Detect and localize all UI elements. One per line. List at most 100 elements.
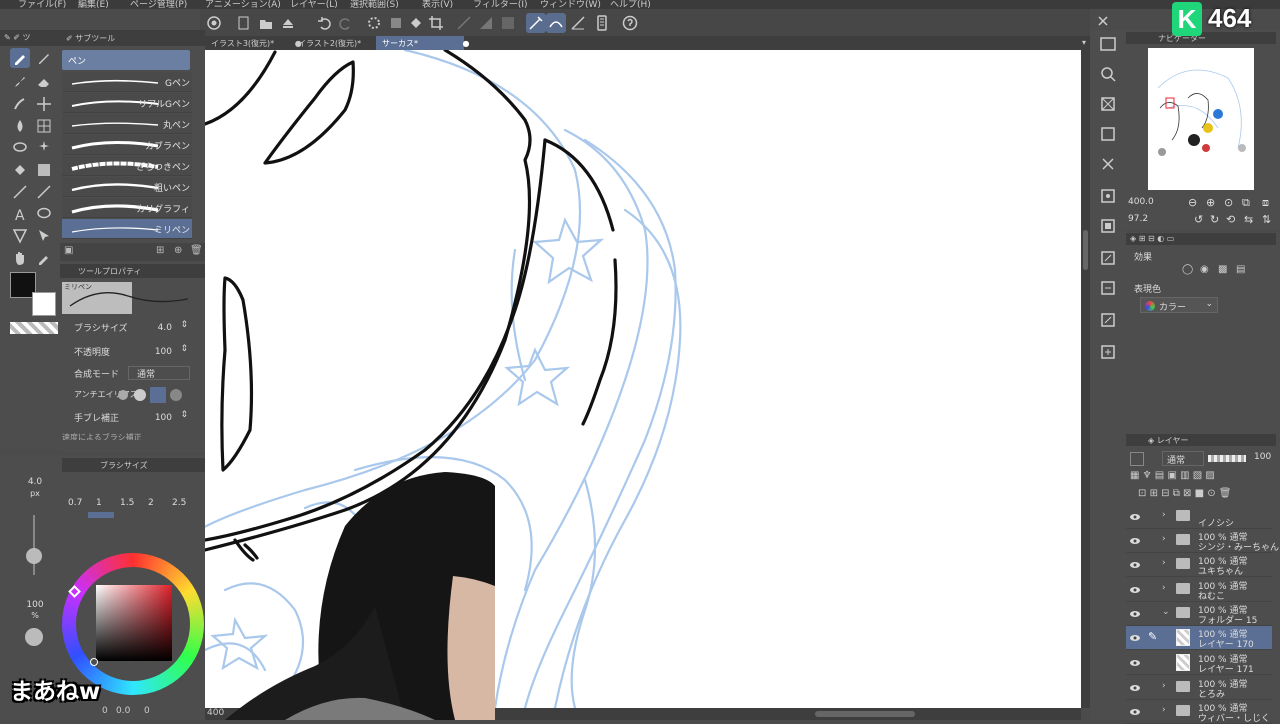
opacity-slider-knob[interactable] bbox=[25, 628, 43, 646]
preset-4[interactable]: 2.5 bbox=[172, 498, 186, 508]
snap-ruler-icon[interactable] bbox=[526, 13, 546, 33]
eye-icon[interactable] bbox=[1129, 632, 1141, 644]
subtool-copy-icon[interactable]: ⊞ bbox=[156, 245, 164, 256]
layer-lock-icon[interactable]: ▣ bbox=[1167, 470, 1180, 481]
reset-rotation-icon[interactable]: ⟲ bbox=[1226, 213, 1235, 226]
layer-row[interactable]: › 100 % 通常 ねむこ bbox=[1126, 578, 1272, 602]
history-panel-icon[interactable] bbox=[1096, 152, 1120, 176]
tool-frame[interactable] bbox=[10, 226, 30, 246]
tool-eyedropper[interactable] bbox=[34, 248, 54, 268]
subtool-settings-icon[interactable]: ▣ bbox=[64, 245, 73, 256]
timeline-panel-icon[interactable] bbox=[1096, 276, 1120, 300]
subtool-item-coarse-pen[interactable]: 粗いペン bbox=[62, 177, 192, 197]
deselect-icon[interactable] bbox=[454, 13, 474, 33]
spin-icon[interactable]: ⇕ bbox=[180, 344, 188, 354]
close-panel-icon[interactable] bbox=[1093, 11, 1113, 31]
layer-opacity-value[interactable]: 100 bbox=[1254, 452, 1271, 462]
canvas-v-scroll-thumb[interactable] bbox=[1083, 230, 1088, 270]
subtool-item-calligraphy[interactable]: カリグラフィ bbox=[62, 198, 192, 218]
copy-layer-icon[interactable]: ⧉ bbox=[1173, 488, 1183, 499]
tool-text[interactable]: A bbox=[10, 204, 30, 224]
tool-gradient[interactable] bbox=[34, 160, 54, 180]
chevron-right-icon[interactable]: ⌄ bbox=[1162, 607, 1170, 617]
fill-icon[interactable] bbox=[406, 13, 426, 33]
layer-row[interactable]: › 100 % 通常 とろみ bbox=[1126, 676, 1272, 700]
tab-menu-icon[interactable]: ▾ bbox=[1082, 38, 1086, 47]
subtool-item-real-g-pen[interactable]: リアルGペン bbox=[62, 93, 192, 113]
layer-row[interactable]: › 100 % 通常 シンジ・みーちゃん bbox=[1126, 529, 1279, 553]
search-layer-panel-icon[interactable] bbox=[1096, 308, 1120, 332]
rotate-right-icon[interactable]: ↻ bbox=[1210, 213, 1219, 226]
spin-icon[interactable]: ⇕ bbox=[180, 320, 188, 330]
eye-icon[interactable] bbox=[1129, 682, 1141, 694]
eye-icon[interactable] bbox=[1129, 535, 1141, 547]
subtool-group-pen[interactable]: ペン bbox=[62, 50, 190, 70]
help-icon[interactable] bbox=[620, 13, 640, 33]
chevron-right-icon[interactable]: › bbox=[1162, 558, 1166, 568]
layer-color-icon[interactable] bbox=[1130, 452, 1144, 466]
tool-figure[interactable] bbox=[10, 182, 30, 202]
spin-icon[interactable]: ⇕ bbox=[180, 410, 188, 420]
open-folder-icon[interactable] bbox=[256, 13, 276, 33]
layer-draft-icon[interactable]: ▤ bbox=[1155, 470, 1168, 481]
tool-lasso[interactable] bbox=[10, 138, 30, 158]
prop-opacity[interactable]: 不透明度 100 ⇕ bbox=[68, 342, 194, 362]
tool-decoration[interactable] bbox=[10, 94, 30, 114]
tool-balloon[interactable] bbox=[34, 204, 54, 224]
menu-page[interactable]: ページ管理(P) bbox=[130, 0, 187, 9]
navigator-panel-icon[interactable] bbox=[1096, 32, 1120, 56]
menu-window[interactable]: ウィンドウ(W) bbox=[540, 0, 601, 9]
eye-icon[interactable] bbox=[1129, 706, 1141, 718]
blend-mode-select[interactable]: 通常 bbox=[128, 366, 190, 380]
eye-icon[interactable] bbox=[1129, 559, 1141, 571]
effect-tone-icon[interactable]: ▩ bbox=[1218, 264, 1227, 275]
subtool-delete-icon[interactable]: 🗑 bbox=[190, 245, 203, 256]
flip-icon[interactable]: ⧈ bbox=[1262, 196, 1269, 210]
layer-row[interactable]: 100 % 通常 レイヤー 171 bbox=[1126, 651, 1272, 675]
flip-v-icon[interactable]: ⇅ bbox=[1262, 213, 1271, 226]
new-folder-icon[interactable]: ⊟ bbox=[1161, 488, 1173, 499]
clear-icon[interactable] bbox=[386, 13, 406, 33]
flip-h-icon[interactable]: ⇆ bbox=[1244, 213, 1253, 226]
effect-extract-icon[interactable]: ◉ bbox=[1200, 264, 1209, 275]
fit-icon[interactable]: ⊙ bbox=[1224, 196, 1233, 209]
menu-layer[interactable]: レイヤー(L) bbox=[290, 0, 338, 9]
chevron-right-icon[interactable]: › bbox=[1162, 705, 1166, 715]
menu-filter[interactable]: フィルター(I) bbox=[473, 0, 528, 9]
layer-row[interactable]: › 100 % 通常 ユキちゃん bbox=[1126, 553, 1272, 577]
layer-opacity-slider[interactable] bbox=[1208, 455, 1246, 462]
saturation-square[interactable] bbox=[96, 585, 172, 661]
new-vector-layer-icon[interactable]: ⊞ bbox=[1150, 488, 1162, 499]
antialias-none-icon[interactable] bbox=[118, 390, 128, 400]
antialias-strong-icon[interactable] bbox=[170, 389, 182, 401]
item-bank-panel-icon[interactable] bbox=[1096, 214, 1120, 238]
mask-layer-icon[interactable]: ■ bbox=[1195, 488, 1208, 499]
subtool-item-milli-pen[interactable]: ミリペン bbox=[62, 219, 192, 239]
eye-icon[interactable] bbox=[1129, 608, 1141, 620]
effect-border-icon[interactable]: ◯ bbox=[1182, 264, 1193, 275]
chevron-right-icon[interactable]: › bbox=[1162, 583, 1166, 593]
preset-3[interactable]: 2 bbox=[148, 498, 154, 508]
subtool-item-round-pen[interactable]: 丸ペン bbox=[62, 114, 192, 134]
layer-ref-icon[interactable]: ♆ bbox=[1143, 470, 1155, 481]
layer-row[interactable]: ⌄ 100 % 通常 フォルダー 15 bbox=[1126, 602, 1272, 626]
chevron-right-icon[interactable]: › bbox=[1162, 534, 1166, 544]
quick-access-panel-icon[interactable] bbox=[1096, 246, 1120, 270]
app-logo-icon[interactable] bbox=[204, 13, 224, 33]
tool-pencil[interactable] bbox=[34, 48, 54, 68]
layer-mask-icon[interactable]: ▧ bbox=[1193, 470, 1206, 481]
layer-row[interactable]: ✎ 100 % 通常 レイヤー 170 bbox=[1126, 626, 1272, 650]
tool-pen[interactable] bbox=[10, 48, 30, 68]
brush-size-slider[interactable] bbox=[33, 515, 35, 575]
menu-help[interactable]: ヘルプ(H) bbox=[610, 0, 651, 9]
prop-speed-correction[interactable]: 速度によるブラシ補正 bbox=[62, 432, 182, 440]
tab-close-icon[interactable]: ● bbox=[463, 39, 470, 48]
tool-move[interactable] bbox=[34, 94, 54, 114]
zoom-out-icon[interactable]: ⊖ bbox=[1188, 196, 1197, 209]
menu-view[interactable]: 表示(V) bbox=[422, 0, 453, 9]
navigator-rotation-value[interactable]: 97.2 bbox=[1128, 214, 1148, 224]
auto-action-panel-icon[interactable] bbox=[1096, 184, 1120, 208]
rotate-left-icon[interactable]: ↺ bbox=[1194, 213, 1203, 226]
layer-property-panel-icon[interactable] bbox=[1096, 122, 1120, 146]
prop-antialias[interactable]: アンチエイリアス bbox=[68, 386, 194, 406]
